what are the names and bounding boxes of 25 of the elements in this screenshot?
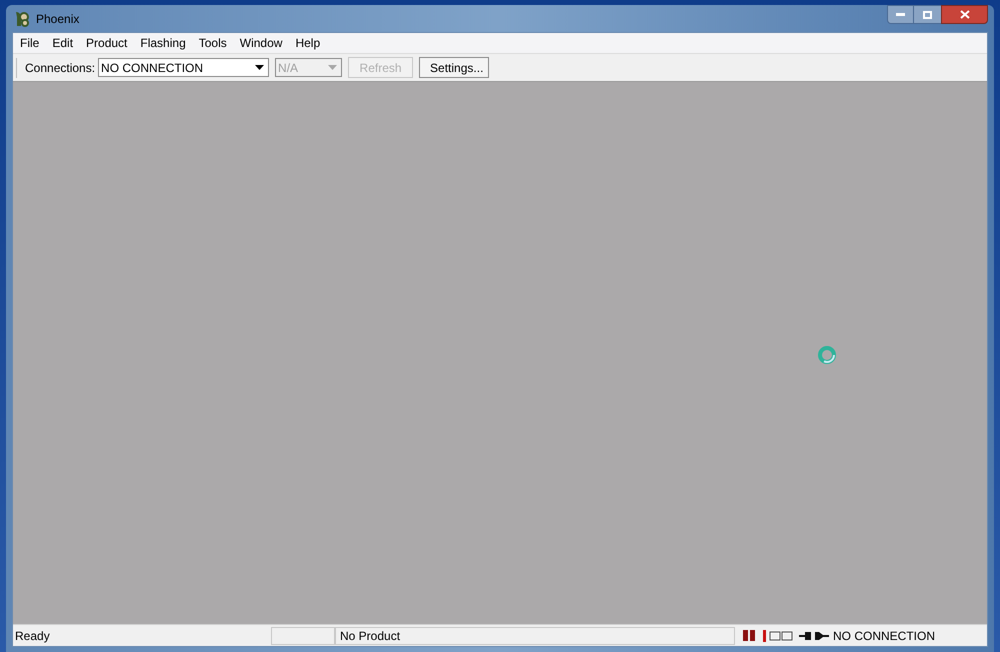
close-icon [960, 10, 970, 19]
app-logo-icon [14, 10, 30, 26]
status-message: Ready [14, 628, 51, 644]
caret-icon [328, 65, 338, 70]
product-status: No Product [335, 626, 735, 644]
menu-item[interactable]: Tools [194, 34, 232, 52]
close-button[interactable] [941, 5, 988, 24]
port-status-icon [763, 630, 795, 642]
settings-button[interactable]: Settings... [419, 57, 490, 78]
menu-item[interactable]: File [15, 34, 44, 52]
maximize-button[interactable] [914, 5, 941, 24]
minimize-button[interactable] [887, 5, 914, 24]
menu-item[interactable]: Product [81, 34, 132, 52]
caret-icon [255, 65, 264, 70]
menu-item[interactable]: Window [234, 34, 288, 52]
connection-status: NO CONNECTION [833, 628, 935, 644]
window-title: Phoenix [36, 10, 80, 28]
loading-spinner-icon [817, 344, 837, 364]
menu-item[interactable]: Help [290, 34, 326, 52]
menu-item[interactable]: Flashing [135, 34, 191, 52]
dropdown[interactable]: NO CONNECTION [98, 58, 270, 77]
status-indicator-icon [743, 630, 755, 641]
menu-item[interactable]: Edit [47, 34, 78, 52]
plug-icon [799, 630, 829, 640]
connections-label: Connections: [25, 60, 96, 76]
